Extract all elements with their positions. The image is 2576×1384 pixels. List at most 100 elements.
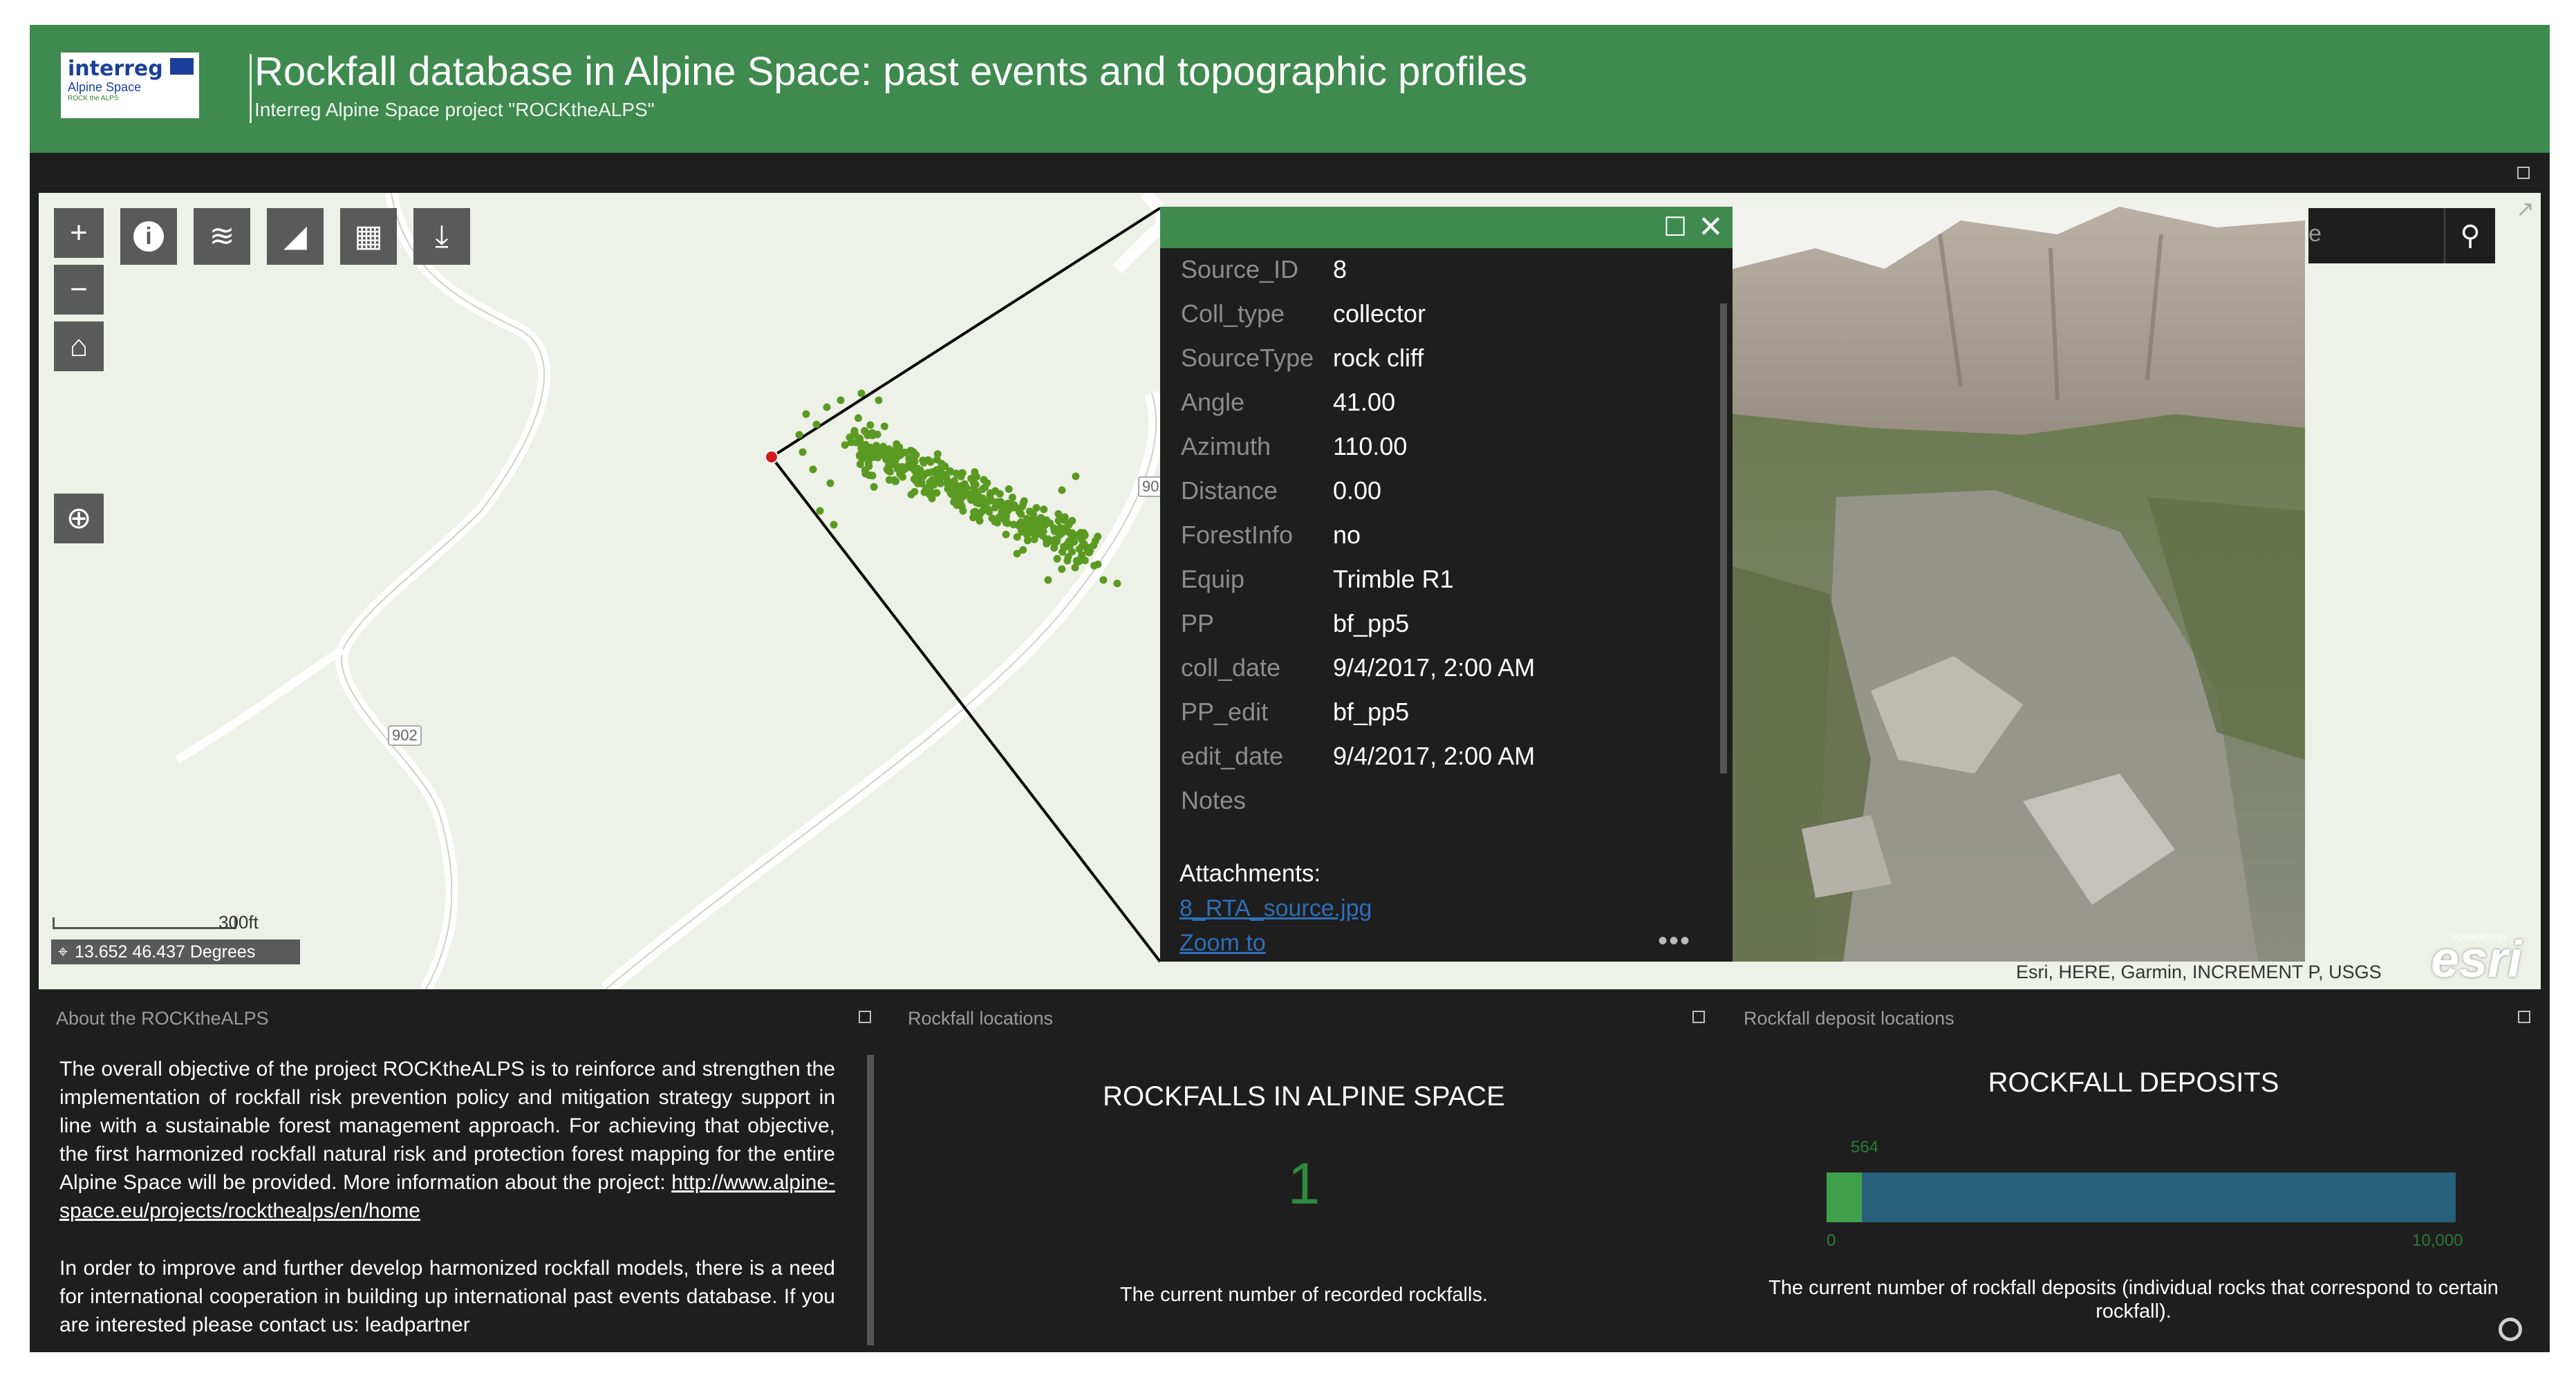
- deposit-point: [1002, 530, 1010, 539]
- more-actions-button[interactable]: •••: [1658, 926, 1691, 957]
- rockfall-deposits-panel: Rockfall deposit locations ROCKFALL DEPO…: [1726, 1000, 2541, 1352]
- deposit-point: [907, 490, 915, 498]
- deposit-point: [1013, 550, 1021, 558]
- deposit-point: [880, 422, 888, 431]
- attribute-value: collector: [1333, 299, 1426, 328]
- deposit-point: [1078, 551, 1086, 559]
- deposit-points-layer: [795, 389, 1121, 588]
- attribute-key: PP: [1181, 609, 1215, 637]
- maximize-about-button[interactable]: [859, 1011, 871, 1023]
- deposit-point: [978, 485, 987, 494]
- deposit-point: [1040, 505, 1048, 514]
- search-icon: ⚲: [2460, 221, 2481, 251]
- attribute-value: 9/4/2017, 2:00 AM: [1333, 653, 1536, 682]
- rockfalls-indicator-title: ROCKFALLS IN ALPINE SPACE: [1103, 1081, 1505, 1112]
- deposit-point: [1055, 516, 1063, 524]
- logo-line2: Alpine Space: [68, 80, 142, 94]
- deposit-point: [809, 465, 817, 474]
- deposit-point: [855, 414, 862, 422]
- attribute-key: Coll_type: [1181, 299, 1285, 328]
- search-input[interactable]: e: [2308, 221, 2322, 247]
- deposits-gauge-min-label: 0: [1827, 1231, 1836, 1250]
- maximize-deposits-button[interactable]: [2518, 1011, 2530, 1023]
- deposits-gauge-value-label: 564: [1851, 1138, 1879, 1157]
- deposit-point: [962, 484, 971, 492]
- deposit-point: [1023, 514, 1031, 523]
- popup-scrollbar[interactable]: [1720, 303, 1727, 774]
- map-view[interactable]: 902 902 + − ⌂ ⊕ i ≋ ◢ ▦ ⤓ e ⚲ ↗ 300ft ⌖ 1…: [39, 193, 2541, 989]
- attachment-photo: [1733, 207, 2305, 962]
- deposit-point: [1018, 527, 1026, 536]
- deposit-point: [1052, 526, 1060, 534]
- deposit-point: [955, 487, 963, 495]
- download-button[interactable]: ⤓: [413, 208, 470, 265]
- attachment-link[interactable]: 8_RTA_source.jpg: [1179, 895, 1372, 922]
- rockfalls-indicator-description: The current number of recorded rockfalls…: [1120, 1284, 1488, 1306]
- attribute-value: rock cliff: [1333, 344, 1424, 372]
- deposit-point: [861, 449, 869, 458]
- attribute-value: 110.00: [1333, 432, 1408, 460]
- deposit-point: [799, 448, 807, 456]
- deposit-point: [969, 474, 978, 483]
- info-button[interactable]: i: [120, 208, 177, 265]
- road-shield-label: 902: [388, 725, 422, 746]
- logo-line3: ROCK the ALPS: [68, 95, 119, 102]
- maximize-locations-button[interactable]: [1692, 1011, 1705, 1023]
- search-widget[interactable]: e ⚲: [2308, 208, 2495, 263]
- deposit-point: [1078, 542, 1086, 550]
- scale-bar: [53, 917, 236, 929]
- attribute-key: Notes: [1181, 786, 1247, 814]
- coordinate-readout[interactable]: ⌖ 13.652 46.437 Degrees: [51, 939, 300, 964]
- deposit-point: [987, 496, 996, 505]
- about-text: The overall objective of the project ROC…: [59, 1055, 835, 1352]
- deposit-point: [971, 487, 980, 495]
- header-separator: [250, 54, 252, 123]
- expand-icon[interactable]: ↗: [2516, 196, 2535, 222]
- deposit-point: [924, 456, 932, 464]
- minus-icon: −: [70, 272, 88, 306]
- attribute-key: Source_ID: [1181, 255, 1299, 283]
- attribute-key: coll_date: [1181, 653, 1281, 682]
- interreg-logo: interreg Alpine Space ROCK the ALPS: [61, 53, 199, 118]
- scale-label: 300ft: [218, 912, 259, 933]
- deposit-point: [893, 442, 901, 451]
- home-button[interactable]: ⌂: [54, 321, 104, 371]
- grid-icon: ▦: [354, 219, 383, 253]
- deposit-point: [885, 445, 893, 453]
- search-button[interactable]: ⚲: [2444, 208, 2495, 263]
- zoom-out-button[interactable]: −: [54, 265, 104, 315]
- deposit-point: [873, 430, 881, 438]
- deposits-indicator-description: The current number of rockfall deposits …: [1768, 1277, 2499, 1322]
- deposit-point: [1032, 526, 1040, 534]
- popup-close-button[interactable]: ✕: [1698, 212, 1724, 243]
- zoom-in-button[interactable]: +: [54, 208, 104, 258]
- page-title: Rockfall database in Alpine Space: past …: [254, 49, 1528, 94]
- deposit-point: [870, 483, 878, 491]
- deposit-point: [1008, 494, 1016, 502]
- zoom-to-link[interactable]: Zoom to: [1179, 930, 1266, 957]
- deposit-point: [882, 455, 890, 463]
- chart-icon: ◢: [283, 219, 307, 253]
- deposit-point: [830, 521, 838, 529]
- plus-icon: +: [70, 216, 88, 250]
- attribute-value: no: [1333, 521, 1361, 549]
- about-scrollbar[interactable]: [867, 1055, 874, 1345]
- layers-button[interactable]: ≋: [194, 208, 250, 265]
- deposit-point: [1040, 521, 1047, 529]
- deposit-point: [993, 518, 1002, 527]
- deposit-point: [893, 450, 902, 458]
- popup-maximize-button[interactable]: ☐: [1663, 212, 1687, 243]
- home-icon: ⌂: [69, 329, 88, 363]
- deposit-point: [883, 465, 891, 474]
- deposit-point: [1090, 561, 1099, 570]
- locate-button[interactable]: ⊕: [54, 494, 104, 543]
- deposit-point: [1063, 543, 1072, 551]
- deposit-point: [823, 403, 831, 411]
- deposits-indicator-title: ROCKFALL DEPOSITS: [1988, 1067, 2279, 1098]
- deposit-point: [918, 474, 926, 482]
- basemap-gallery-button[interactable]: ▦: [340, 208, 397, 265]
- deposit-point: [872, 448, 881, 456]
- chart-button[interactable]: ◢: [267, 208, 324, 265]
- maximize-map-button[interactable]: [2517, 167, 2530, 179]
- deposit-point: [868, 471, 877, 480]
